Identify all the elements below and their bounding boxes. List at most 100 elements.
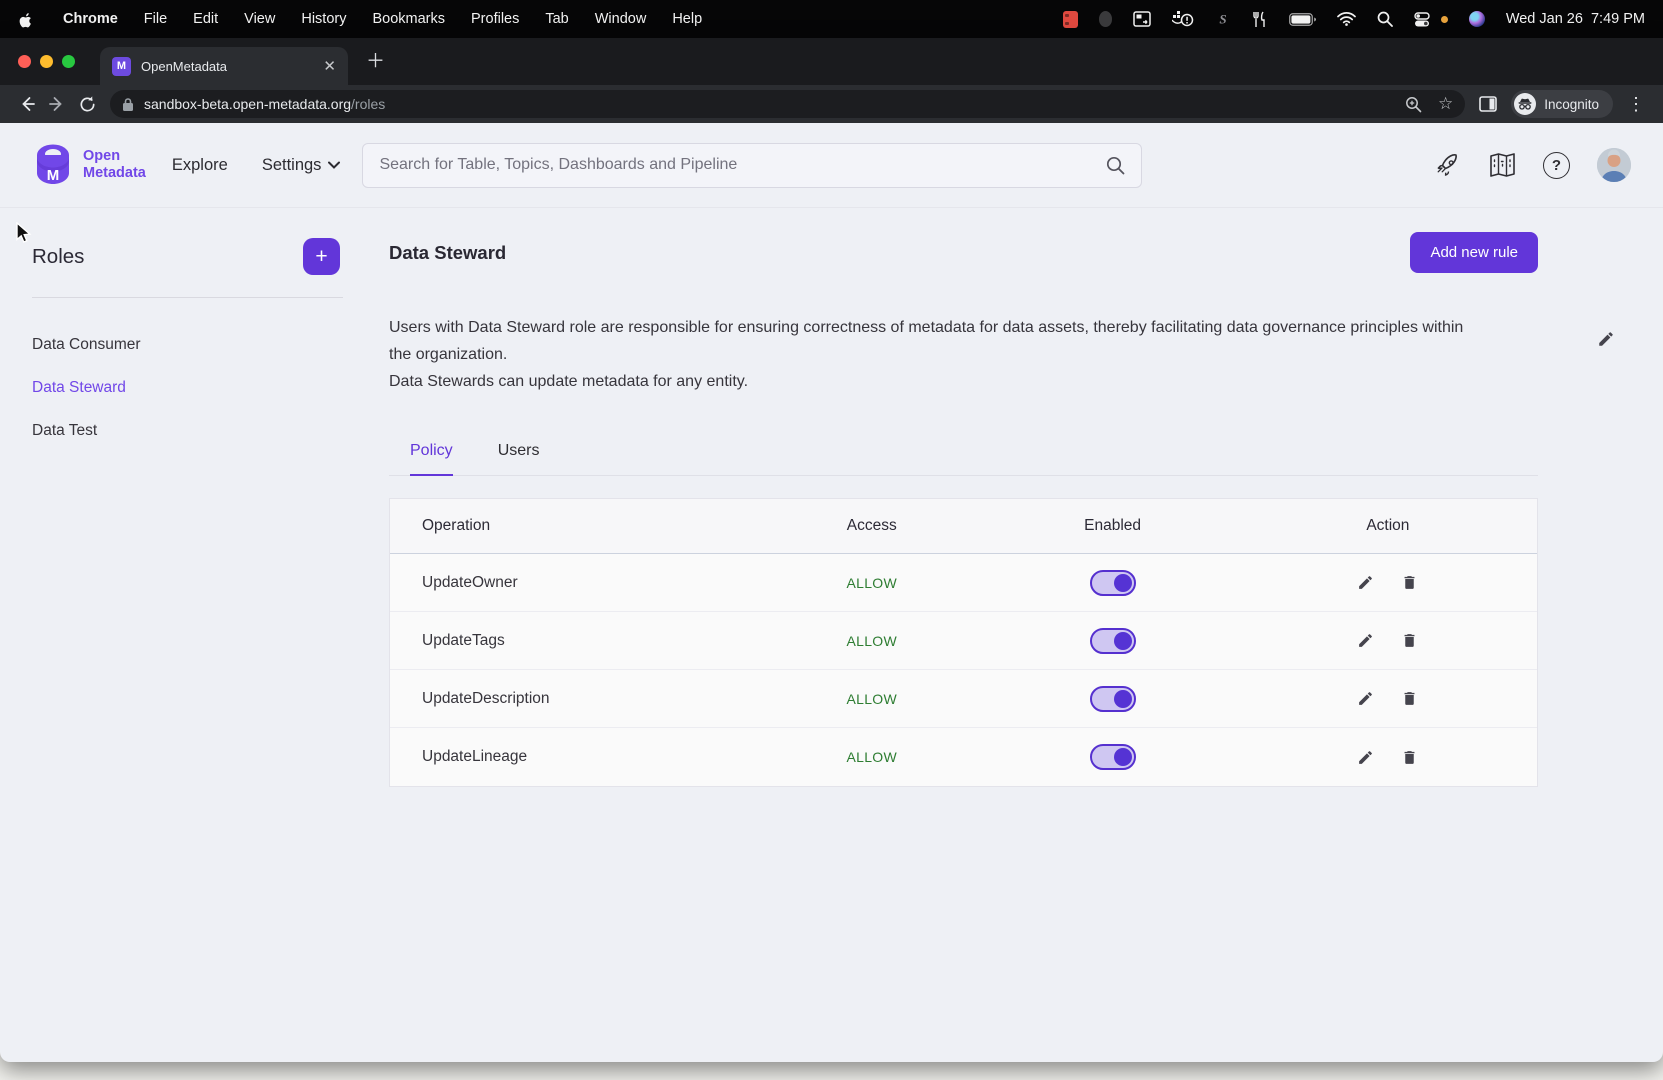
menu-view[interactable]: View [244, 11, 275, 27]
delete-rule-icon[interactable] [1401, 749, 1418, 766]
add-new-rule-button[interactable]: Add new rule [1410, 232, 1538, 273]
menu-window[interactable]: Window [595, 11, 647, 27]
menu-profiles[interactable]: Profiles [471, 11, 519, 27]
help-icon[interactable]: ? [1543, 152, 1570, 179]
operation-name: UpdateTags [390, 632, 757, 650]
incognito-badge: Incognito [1511, 90, 1613, 118]
search-input[interactable] [379, 156, 1106, 174]
address-bar[interactable]: sandbox-beta.open-metadata.org/roles ☆ [110, 90, 1465, 118]
sidebar-title: Roles [32, 245, 84, 269]
menu-bookmarks[interactable]: Bookmarks [372, 11, 445, 27]
page-title: Data Steward [389, 242, 506, 264]
table-row: UpdateTags ALLOW [390, 612, 1537, 670]
enabled-toggle[interactable] [1090, 570, 1136, 596]
logo-text-line1: Open [83, 148, 146, 165]
operation-name: UpdateOwner [390, 574, 757, 592]
browser-toolbar: sandbox-beta.open-metadata.org/roles ☆ I… [0, 85, 1663, 123]
control-center-icon[interactable] [1414, 12, 1434, 27]
edit-rule-icon[interactable] [1357, 690, 1374, 707]
openmetadata-favicon: M [112, 57, 131, 76]
menu-help[interactable]: Help [672, 11, 702, 27]
nav-settings[interactable]: Settings [262, 156, 341, 175]
column-enabled: Enabled [986, 517, 1238, 535]
lock-icon [122, 97, 134, 112]
wifi-icon[interactable] [1337, 12, 1356, 26]
menu-tab[interactable]: Tab [545, 11, 568, 27]
access-value: ALLOW [757, 691, 986, 707]
delete-rule-icon[interactable] [1401, 574, 1418, 591]
tab-close-icon[interactable]: ✕ [323, 57, 336, 75]
sidebar-item-data-test[interactable]: Data Test [32, 409, 345, 452]
menu-history[interactable]: History [301, 11, 346, 27]
operation-name: UpdateLineage [390, 748, 757, 766]
edit-description-icon[interactable] [1597, 330, 1615, 353]
browser-window: M OpenMetadata ✕ ＋ sandbox-beta.open-met… [0, 38, 1663, 1062]
table-row: UpdateDescription ALLOW [390, 670, 1537, 728]
close-window-button[interactable] [18, 55, 31, 68]
back-button[interactable] [12, 89, 42, 119]
table-header-row: Operation Access Enabled Action [390, 499, 1537, 554]
enabled-toggle[interactable] [1090, 686, 1136, 712]
whats-new-rocket-icon[interactable] [1435, 152, 1462, 179]
add-role-button[interactable]: + [303, 238, 340, 275]
menu-file[interactable]: File [144, 11, 167, 27]
sidebar-item-data-steward[interactable]: Data Steward [32, 366, 345, 409]
detail-tabs: Policy Users [389, 442, 1538, 476]
url-host: sandbox-beta.open-metadata.org [144, 96, 351, 112]
tab-title: OpenMetadata [141, 59, 227, 74]
logo-text-line2: Metadata [83, 165, 146, 182]
global-search[interactable] [362, 143, 1142, 188]
reload-button[interactable] [72, 89, 102, 119]
mouse-cursor [16, 222, 33, 251]
balloon-icon[interactable] [1099, 11, 1112, 27]
forward-button[interactable] [42, 89, 72, 119]
side-panel-icon[interactable] [1473, 89, 1503, 119]
search-icon[interactable] [1106, 156, 1125, 175]
user-avatar[interactable] [1597, 148, 1631, 182]
minimize-window-button[interactable] [40, 55, 53, 68]
openmetadata-logo[interactable]: M Open Metadata [32, 142, 146, 188]
spotlight-search-icon[interactable] [1377, 11, 1393, 27]
table-row: UpdateOwner ALLOW [390, 554, 1537, 612]
roles-sidebar: Roles + Data Consumer Data Steward Data … [0, 208, 345, 452]
apple-logo-icon[interactable] [18, 10, 33, 28]
column-action: Action [1239, 517, 1537, 535]
tab-users[interactable]: Users [498, 442, 540, 476]
menu-edit[interactable]: Edit [193, 11, 218, 27]
docker-alert-icon[interactable] [1172, 10, 1194, 28]
stage-manager-icon[interactable] [1133, 11, 1151, 27]
maximize-window-button[interactable] [62, 55, 75, 68]
bookmark-star-icon[interactable]: ☆ [1438, 94, 1453, 114]
edit-rule-icon[interactable] [1357, 574, 1374, 591]
enabled-toggle[interactable] [1090, 628, 1136, 654]
recording-indicator-icon[interactable] [1063, 11, 1078, 28]
policy-rules-table: Operation Access Enabled Action UpdateOw… [389, 498, 1538, 787]
sidebar-item-data-consumer[interactable]: Data Consumer [32, 323, 345, 366]
zoom-page-icon[interactable] [1405, 96, 1422, 113]
stats-icon[interactable]: S [1215, 11, 1231, 27]
siri-icon[interactable] [1469, 11, 1485, 27]
plus-icon: + [315, 246, 327, 267]
delete-rule-icon[interactable] [1401, 690, 1418, 707]
menu-bar-clock[interactable]: Wed Jan 26 7:49 PM [1506, 11, 1645, 27]
menu-chrome[interactable]: Chrome [63, 11, 118, 27]
utensils-icon[interactable] [1252, 11, 1268, 28]
tab-policy[interactable]: Policy [410, 442, 453, 476]
role-description: Users with Data Steward role are respons… [389, 314, 1469, 395]
role-description-line2: Data Stewards can update metadata for an… [389, 368, 1469, 395]
macos-menu-bar: Chrome File Edit View History Bookmarks … [0, 0, 1663, 38]
browser-tab[interactable]: M OpenMetadata ✕ [100, 47, 348, 85]
delete-rule-icon[interactable] [1401, 632, 1418, 649]
svg-text:M: M [47, 167, 60, 184]
table-row: UpdateLineage ALLOW [390, 728, 1537, 786]
app-header: M Open Metadata Explore Settings [0, 123, 1663, 208]
enabled-toggle[interactable] [1090, 744, 1136, 770]
nav-explore[interactable]: Explore [172, 156, 228, 175]
battery-icon[interactable] [1289, 13, 1316, 26]
new-tab-button[interactable]: ＋ [366, 52, 385, 71]
tour-map-icon[interactable] [1489, 152, 1516, 178]
edit-rule-icon[interactable] [1357, 749, 1374, 766]
browser-menu-icon[interactable]: ⋮ [1621, 89, 1651, 119]
edit-rule-icon[interactable] [1357, 632, 1374, 649]
access-value: ALLOW [757, 633, 986, 649]
